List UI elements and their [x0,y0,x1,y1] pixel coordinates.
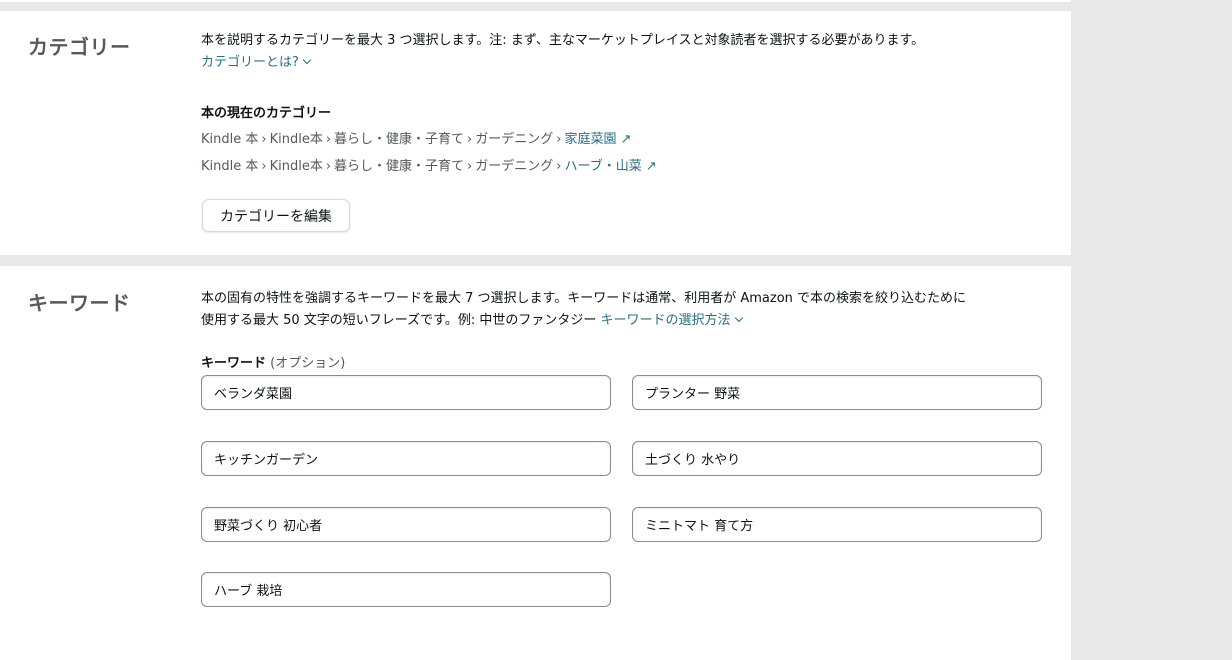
breadcrumb-item: Kindle 本 [201,159,259,174]
category-help-link[interactable]: カテゴリーとは? [201,55,312,70]
keyword-description-line2: 使用する最大 50 文字の短いフレーズです。例: 中世のファンタジー [201,313,597,328]
breadcrumb-separator: › [325,159,332,174]
category-description-text: 本を説明するカテゴリーを最大 3 つ選択します。注: まず、主なマーケットプレイ… [201,33,925,48]
keyword-field-label: キーワード (オプション) [201,352,345,371]
breadcrumb-item: Kindle本 [269,159,323,174]
category-leaf-link[interactable]: 家庭菜園 ↗ [564,132,631,147]
breadcrumb-item: 暮らし・健康・子育て [334,132,465,147]
keyword-input-5[interactable] [201,507,611,542]
keyword-section-title: キーワード [28,291,131,315]
breadcrumb-separator: › [467,159,473,174]
category-section: カテゴリー 本を説明するカテゴリーを最大 3 つ選択します。注: まず、主なマー… [0,11,1071,255]
keyword-input-2[interactable] [632,375,1042,410]
current-categories-heading: 本の現在のカテゴリー [201,106,332,121]
external-link-icon: ↗ [620,132,632,147]
category-description: 本を説明するカテゴリーを最大 3 つ選択します。注: まず、主なマーケットプレイ… [201,30,1041,74]
optional-label: (オプション) [270,356,346,371]
keyword-section: キーワード 本の固有の特性を強調するキーワードを最大 7 つ選択します。キーワー… [0,266,1071,660]
breadcrumb-separator: › [261,132,267,147]
chevron-down-icon [734,313,743,323]
breadcrumb-item: Kindle 本 [201,132,259,147]
category-section-title: カテゴリー [28,35,131,59]
chevron-down-icon [302,55,312,65]
category-path-1: Kindle 本 › Kindle本 › 暮らし・健康・子育て › ガーデニング › 家庭菜園 ↗ [201,128,631,147]
keyword-description: 本の固有の特性を強調するキーワードを最大 7 つ選択します。キーワードは通常、利… [201,288,1041,332]
breadcrumb-item: ガーデニング [475,159,554,174]
category-leaf-link[interactable]: ハーブ・山菜 ↗ [564,159,656,174]
keyword-label-text: キーワード [201,356,267,371]
previous-panel-edge [0,0,1071,2]
breadcrumb-separator: › [556,159,562,174]
keyword-input-3[interactable] [201,441,611,476]
category-path-2: Kindle 本 › Kindle本 › 暮らし・健康・子育て › ガーデニング › ハーブ・山… [201,155,657,174]
breadcrumb-separator: › [261,159,267,174]
category-help-link-label: カテゴリーとは? [201,55,299,70]
edit-categories-button[interactable]: カテゴリーを編集 [202,199,350,232]
breadcrumb-separator: › [325,132,332,147]
breadcrumb-item: Kindle本 [269,132,323,147]
keyword-input-4[interactable] [632,441,1042,476]
category-leaf-label: ハーブ・山菜 [564,159,642,174]
keyword-input-6[interactable] [632,507,1042,542]
keyword-input-1[interactable] [201,375,611,410]
breadcrumb-separator: › [467,132,473,147]
external-link-icon: ↗ [645,159,657,174]
keyword-help-link[interactable]: キーワードの選択方法 [600,313,743,328]
breadcrumb-item: 暮らし・健康・子育て [334,159,465,174]
keyword-description-line1: 本の固有の特性を強調するキーワードを最大 7 つ選択します。キーワードは通常、利… [201,291,967,306]
breadcrumb-item: ガーデニング [475,132,554,147]
keyword-help-link-label: キーワードの選択方法 [600,313,731,328]
category-leaf-label: 家庭菜園 [564,132,617,147]
keyword-input-7[interactable] [201,572,611,607]
breadcrumb-separator: › [556,132,562,147]
